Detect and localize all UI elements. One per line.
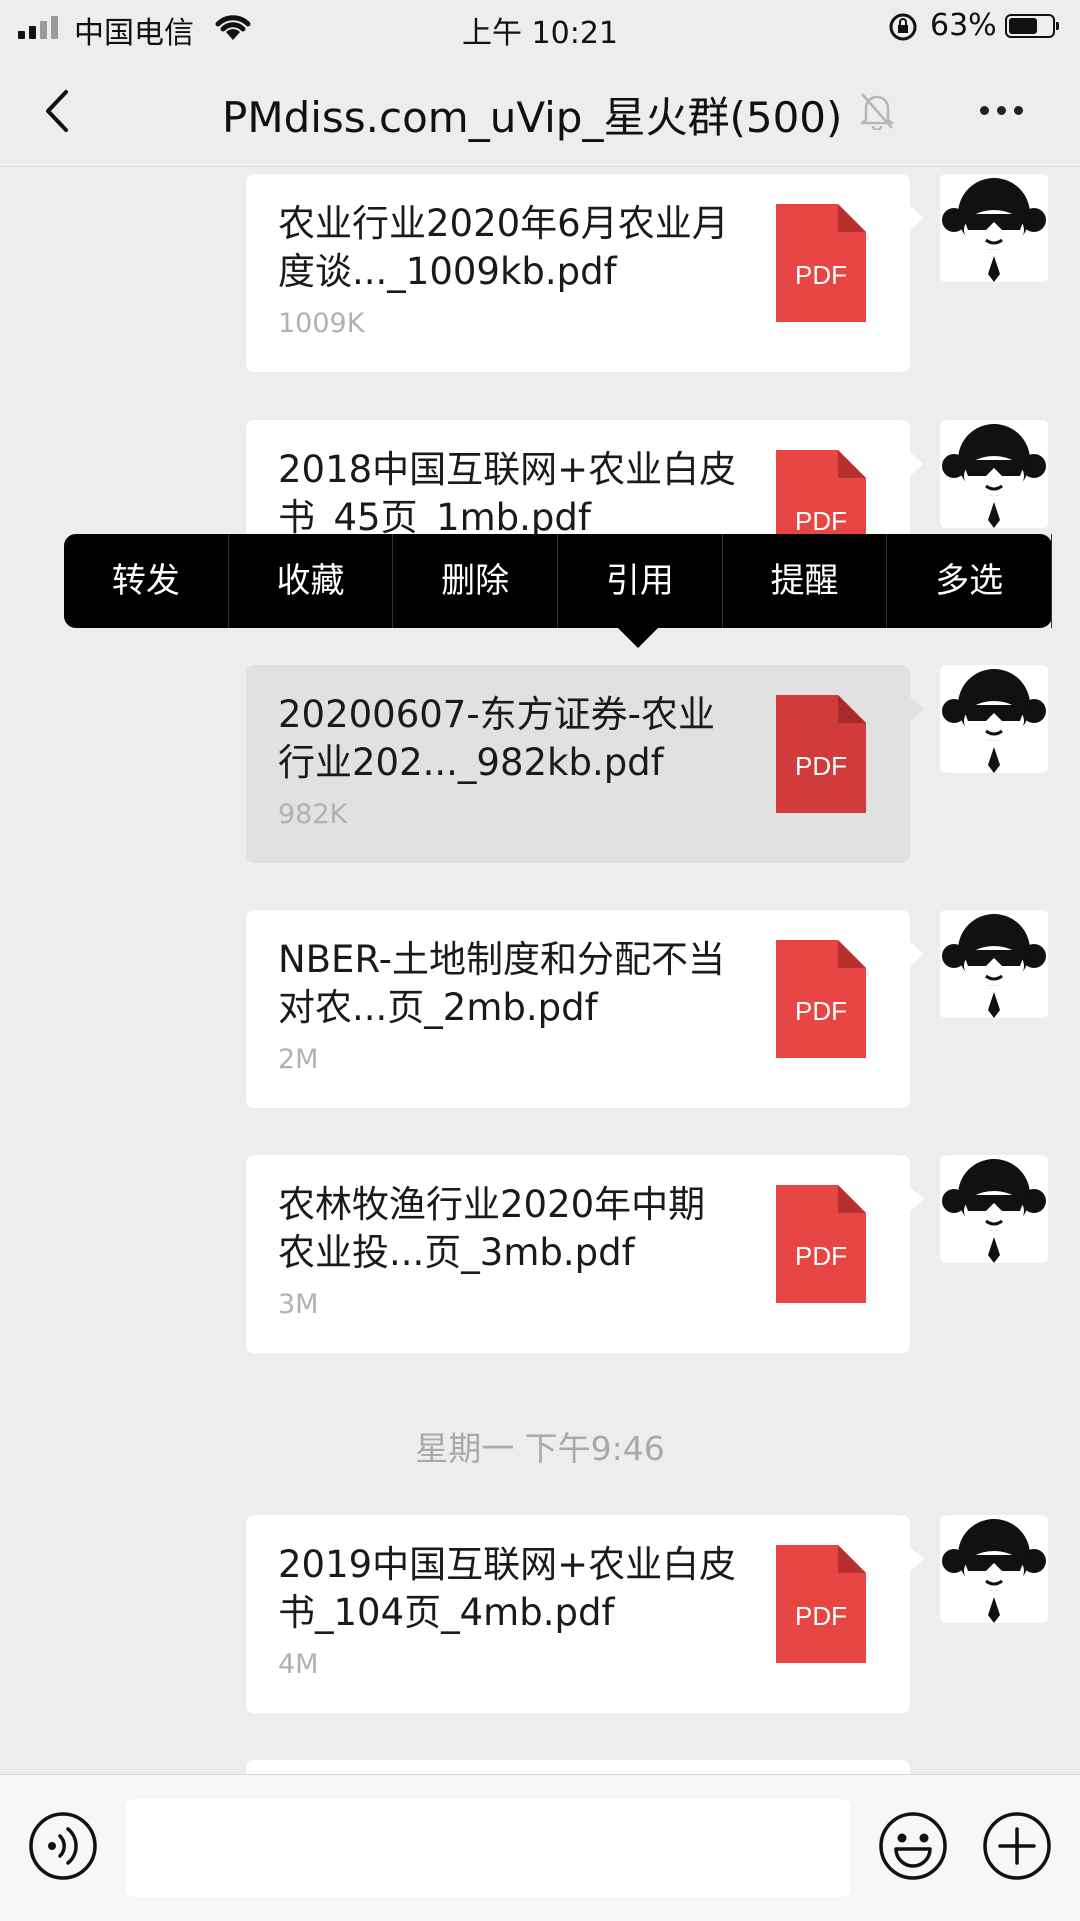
chat-timestamp: 星期一 下午9:46 xyxy=(415,1429,665,1468)
monkey-avatar-icon xyxy=(942,178,1046,282)
back-icon[interactable] xyxy=(36,86,86,136)
file-bubble[interactable]: 2019中国互联网+农业白皮书_104页_4mb.pdf 4M PDF xyxy=(246,1515,924,1713)
file-name: 20200607-东方证券-农业行业202..._982kb.pdf xyxy=(278,693,716,784)
avatar[interactable] xyxy=(940,174,1048,282)
svg-text:PDF: PDF xyxy=(795,1601,847,1631)
avatar[interactable] xyxy=(940,665,1048,773)
file-size: 2M xyxy=(278,1044,319,1075)
menu-item-delete[interactable]: 删除 xyxy=(393,534,559,628)
file-bubble[interactable]: 农林牧渔行业2020年中期农业投...页_3mb.pdf 3M PDF xyxy=(246,1155,924,1353)
avatar[interactable] xyxy=(940,1155,1048,1263)
menu-item-multiselect[interactable]: 多选 xyxy=(887,534,1053,628)
status-bar: 中国电信 上午 10:21 63% xyxy=(0,0,1080,56)
monkey-avatar-icon xyxy=(942,914,1046,1018)
avatar[interactable] xyxy=(940,910,1048,1018)
file-name: NBER-土地制度和分配不当对农...页_2mb.pdf xyxy=(278,938,725,1029)
file-bubble[interactable]: NBER-土地制度和分配不当对农...页_2mb.pdf 2M PDF xyxy=(246,910,924,1108)
list-item xyxy=(0,1760,1080,1774)
chat-title: PMdiss.com_uVip_星火群(500) xyxy=(222,93,843,142)
emoji-icon[interactable] xyxy=(878,1811,948,1881)
context-menu: 转发 收藏 删除 引用 提醒 多选 xyxy=(64,534,1053,648)
monkey-avatar-icon xyxy=(942,1159,1046,1263)
file-bubble-selected[interactable]: 20200607-东方证券-农业行业202..._982kb.pdf 982K … xyxy=(246,665,924,863)
monkey-avatar-icon xyxy=(942,669,1046,773)
file-bubble[interactable] xyxy=(246,1760,910,1774)
svg-text:PDF: PDF xyxy=(795,260,847,290)
list-item: 农业行业2020年6月农业月度谈..._1009kb.pdf 1009K PDF xyxy=(0,174,1080,374)
pdf-file-icon: PDF xyxy=(776,940,866,1058)
list-item: 20200607-东方证券-农业行业202..._982kb.pdf 982K … xyxy=(0,665,1080,865)
avatar[interactable] xyxy=(940,1515,1048,1623)
pdf-file-icon: PDF xyxy=(776,1545,866,1663)
svg-text:PDF: PDF xyxy=(795,1241,847,1271)
file-size: 1009K xyxy=(278,308,365,339)
avatar[interactable] xyxy=(940,420,1048,528)
monkey-avatar-icon xyxy=(942,1519,1046,1623)
file-name: 2018中国互联网+农业白皮书_45页_1mb.pdf xyxy=(278,448,737,539)
svg-text:PDF: PDF xyxy=(795,506,847,536)
mute-bell-icon xyxy=(860,93,894,130)
file-size: 3M xyxy=(278,1289,319,1320)
menu-item-quote[interactable]: 引用 xyxy=(558,534,723,628)
list-item: 2019中国互联网+农业白皮书_104页_4mb.pdf 4M PDF xyxy=(0,1515,1080,1715)
battery-percent: 63% xyxy=(930,8,997,43)
file-name: 农林牧渔行业2020年中期农业投...页_3mb.pdf xyxy=(278,1183,706,1274)
list-item: 农林牧渔行业2020年中期农业投...页_3mb.pdf 3M PDF xyxy=(0,1155,1080,1355)
clock: 上午 10:21 xyxy=(462,16,618,51)
pdf-file-icon: PDF xyxy=(776,695,866,813)
more-options-icon[interactable] xyxy=(980,106,1023,115)
file-size: 982K xyxy=(278,799,348,830)
monkey-avatar-icon xyxy=(942,424,1046,528)
svg-text:PDF: PDF xyxy=(795,996,847,1026)
plus-icon[interactable] xyxy=(982,1811,1052,1881)
menu-item-favorite[interactable]: 收藏 xyxy=(229,534,394,628)
menu-item-remind[interactable]: 提醒 xyxy=(723,534,888,628)
battery-icon xyxy=(1005,14,1059,38)
pdf-file-icon: PDF xyxy=(776,1185,866,1303)
file-name: 农业行业2020年6月农业月度谈..._1009kb.pdf xyxy=(278,202,729,293)
menu-pointer xyxy=(618,628,658,648)
chat-header: PMdiss.com_uVip_星火群(500) xyxy=(0,56,1080,167)
message-input[interactable] xyxy=(126,1799,850,1897)
input-bar xyxy=(0,1774,1080,1921)
pdf-file-icon: PDF xyxy=(776,204,866,322)
file-bubble[interactable]: 农业行业2020年6月农业月度谈..._1009kb.pdf 1009K PDF xyxy=(246,174,924,372)
file-size: 4M xyxy=(278,1649,319,1680)
svg-text:PDF: PDF xyxy=(795,751,847,781)
rotation-lock-icon xyxy=(889,13,917,41)
list-item: NBER-土地制度和分配不当对农...页_2mb.pdf 2M PDF xyxy=(0,910,1080,1110)
file-name: 2019中国互联网+农业白皮书_104页_4mb.pdf xyxy=(278,1543,737,1634)
voice-icon[interactable] xyxy=(28,1811,98,1881)
menu-item-forward[interactable]: 转发 xyxy=(64,534,229,628)
